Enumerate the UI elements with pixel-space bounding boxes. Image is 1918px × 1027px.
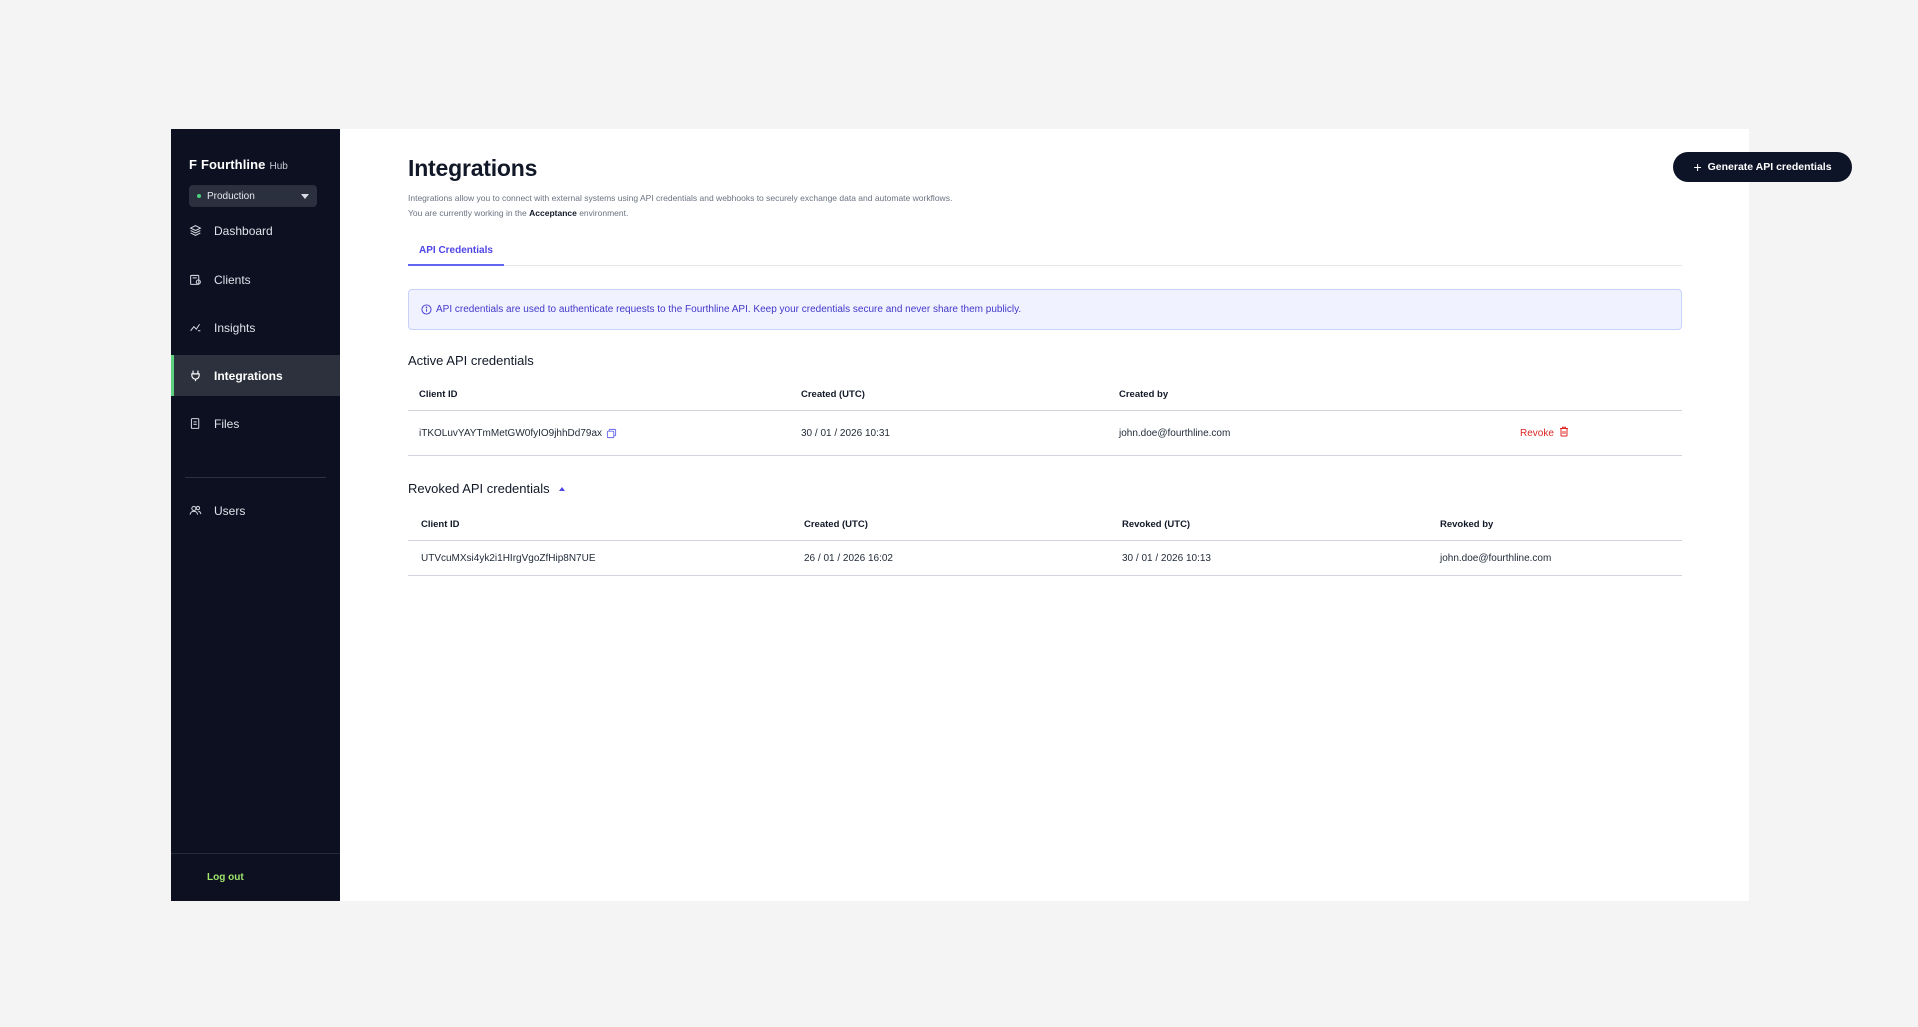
- revoked-credentials-table: Client ID Created (UTC) Revoked (UTC) Re…: [408, 508, 1682, 576]
- client-id-cell: iTKOLuvYAYTmMetGW0fyIO9jhhDd79ax: [419, 411, 617, 455]
- users-icon: [188, 504, 202, 518]
- revoke-button[interactable]: Revoke: [1520, 411, 1569, 455]
- brand-sub: Hub: [269, 161, 288, 172]
- chevron-down-icon: [301, 193, 309, 199]
- plug-icon: [188, 369, 202, 383]
- column-header-revoked-by: Revoked by: [1440, 518, 1494, 530]
- revoke-action: Revoke: [1520, 426, 1569, 440]
- column-header-client-id: Client ID: [419, 388, 458, 400]
- active-credentials-table: Client ID Created (UTC) Created by iTKOL…: [408, 378, 1682, 456]
- page-title: Integrations: [408, 155, 538, 181]
- sidebar-item-users[interactable]: Users: [171, 490, 340, 531]
- column-header-revoked: Revoked (UTC): [1122, 518, 1191, 530]
- tab-bar: API Credentials: [408, 236, 1682, 266]
- sidebar-item-clients[interactable]: Clients: [171, 259, 340, 300]
- chevron-up-icon: [558, 486, 565, 491]
- plus-icon: +: [1693, 159, 1702, 175]
- sidebar-item-label: Integrations: [214, 368, 283, 383]
- description-line-2: You are currently working in the Accepta…: [408, 206, 952, 221]
- client-id-cell: UTVcuMXsi4yk2i1HIrgVgoZfHip8N7UE: [421, 552, 596, 564]
- environment-label: Production: [207, 190, 255, 202]
- client-id-value: iTKOLuvYAYTmMetGW0fyIO9jhhDd79ax: [419, 427, 603, 439]
- table-row: iTKOLuvYAYTmMetGW0fyIO9jhhDd79ax 30 / 01…: [408, 411, 1682, 456]
- sidebar: F Fourthline Hub Production Dashboard Cl…: [171, 129, 340, 901]
- page-description: Integrations allow you to connect with e…: [408, 191, 952, 221]
- info-banner: API credentials are used to authenticate…: [408, 289, 1682, 330]
- environment-status-dot: [197, 194, 201, 198]
- created-by-cell: john.doe@fourthline.com: [1119, 427, 1231, 439]
- tab-api-credentials[interactable]: API Credentials: [408, 236, 504, 266]
- active-credentials-heading: Active API credentials: [408, 353, 534, 368]
- table-header: Client ID Created (UTC) Created by: [408, 378, 1682, 411]
- sidebar-item-label: Users: [214, 503, 246, 518]
- environment-select[interactable]: Production: [189, 185, 317, 207]
- sidebar-item-label: Files: [214, 416, 240, 431]
- generate-api-credentials-button[interactable]: + Generate API credentials: [1673, 152, 1852, 182]
- sidebar-item-label: Insights: [214, 320, 256, 335]
- insights-icon: [188, 321, 202, 335]
- column-header-created: Created (UTC): [804, 518, 868, 530]
- clients-icon: [188, 273, 202, 287]
- generate-button-label: Generate API credentials: [1707, 161, 1832, 173]
- revoked-credentials-heading: Revoked API credentials: [408, 481, 550, 496]
- logout-link[interactable]: Log out: [207, 872, 244, 883]
- sidebar-item-files[interactable]: Files: [171, 403, 340, 444]
- files-icon: [188, 417, 202, 431]
- table-header: Client ID Created (UTC) Revoked (UTC) Re…: [408, 508, 1682, 541]
- description-suffix: environment.: [576, 208, 629, 218]
- revoked-credentials-toggle[interactable]: Revoked API credentials: [408, 481, 565, 496]
- revoke-label: Revoke: [1520, 427, 1554, 439]
- sidebar-footer: Log out: [171, 853, 340, 901]
- sidebar-item-label: Dashboard: [214, 223, 273, 238]
- revoked-cell: 30 / 01 / 2026 10:13: [1122, 552, 1211, 564]
- sidebar-item-label: Clients: [214, 272, 251, 287]
- info-icon: [421, 304, 432, 315]
- layers-icon: [188, 224, 202, 238]
- revoked-by-cell: john.doe@fourthline.com: [1440, 552, 1552, 564]
- fourthline-logo-icon: F: [189, 157, 197, 172]
- brand-name: Fourthline: [200, 157, 266, 172]
- column-header-created: Created (UTC): [801, 388, 865, 400]
- environment-name: Acceptance: [529, 208, 577, 218]
- created-cell: 26 / 01 / 2026 16:02: [804, 552, 893, 564]
- column-header-created-by: Created by: [1119, 388, 1169, 400]
- app-window: F Fourthline Hub Production Dashboard Cl…: [171, 129, 1852, 901]
- column-header-client-id: Client ID: [421, 518, 460, 530]
- main-content: Integrations Integrations allow you to c…: [340, 129, 1852, 901]
- info-banner-text: API credentials are used to authenticate…: [436, 304, 1022, 315]
- sidebar-item-dashboard[interactable]: Dashboard: [171, 210, 340, 251]
- trash-icon: [1559, 426, 1569, 440]
- copy-icon[interactable]: [606, 428, 617, 439]
- sidebar-item-integrations[interactable]: Integrations: [171, 355, 340, 396]
- description-prefix: You are currently working in the: [408, 208, 530, 218]
- description-line-1: Integrations allow you to connect with e…: [408, 193, 953, 203]
- table-row: UTVcuMXsi4yk2i1HIrgVgoZfHip8N7UE 26 / 01…: [408, 541, 1682, 576]
- sidebar-divider: [185, 477, 326, 478]
- sidebar-item-insights[interactable]: Insights: [171, 307, 340, 348]
- created-cell: 30 / 01 / 2026 10:31: [801, 427, 890, 439]
- brand-logo[interactable]: F Fourthline Hub: [189, 157, 288, 172]
